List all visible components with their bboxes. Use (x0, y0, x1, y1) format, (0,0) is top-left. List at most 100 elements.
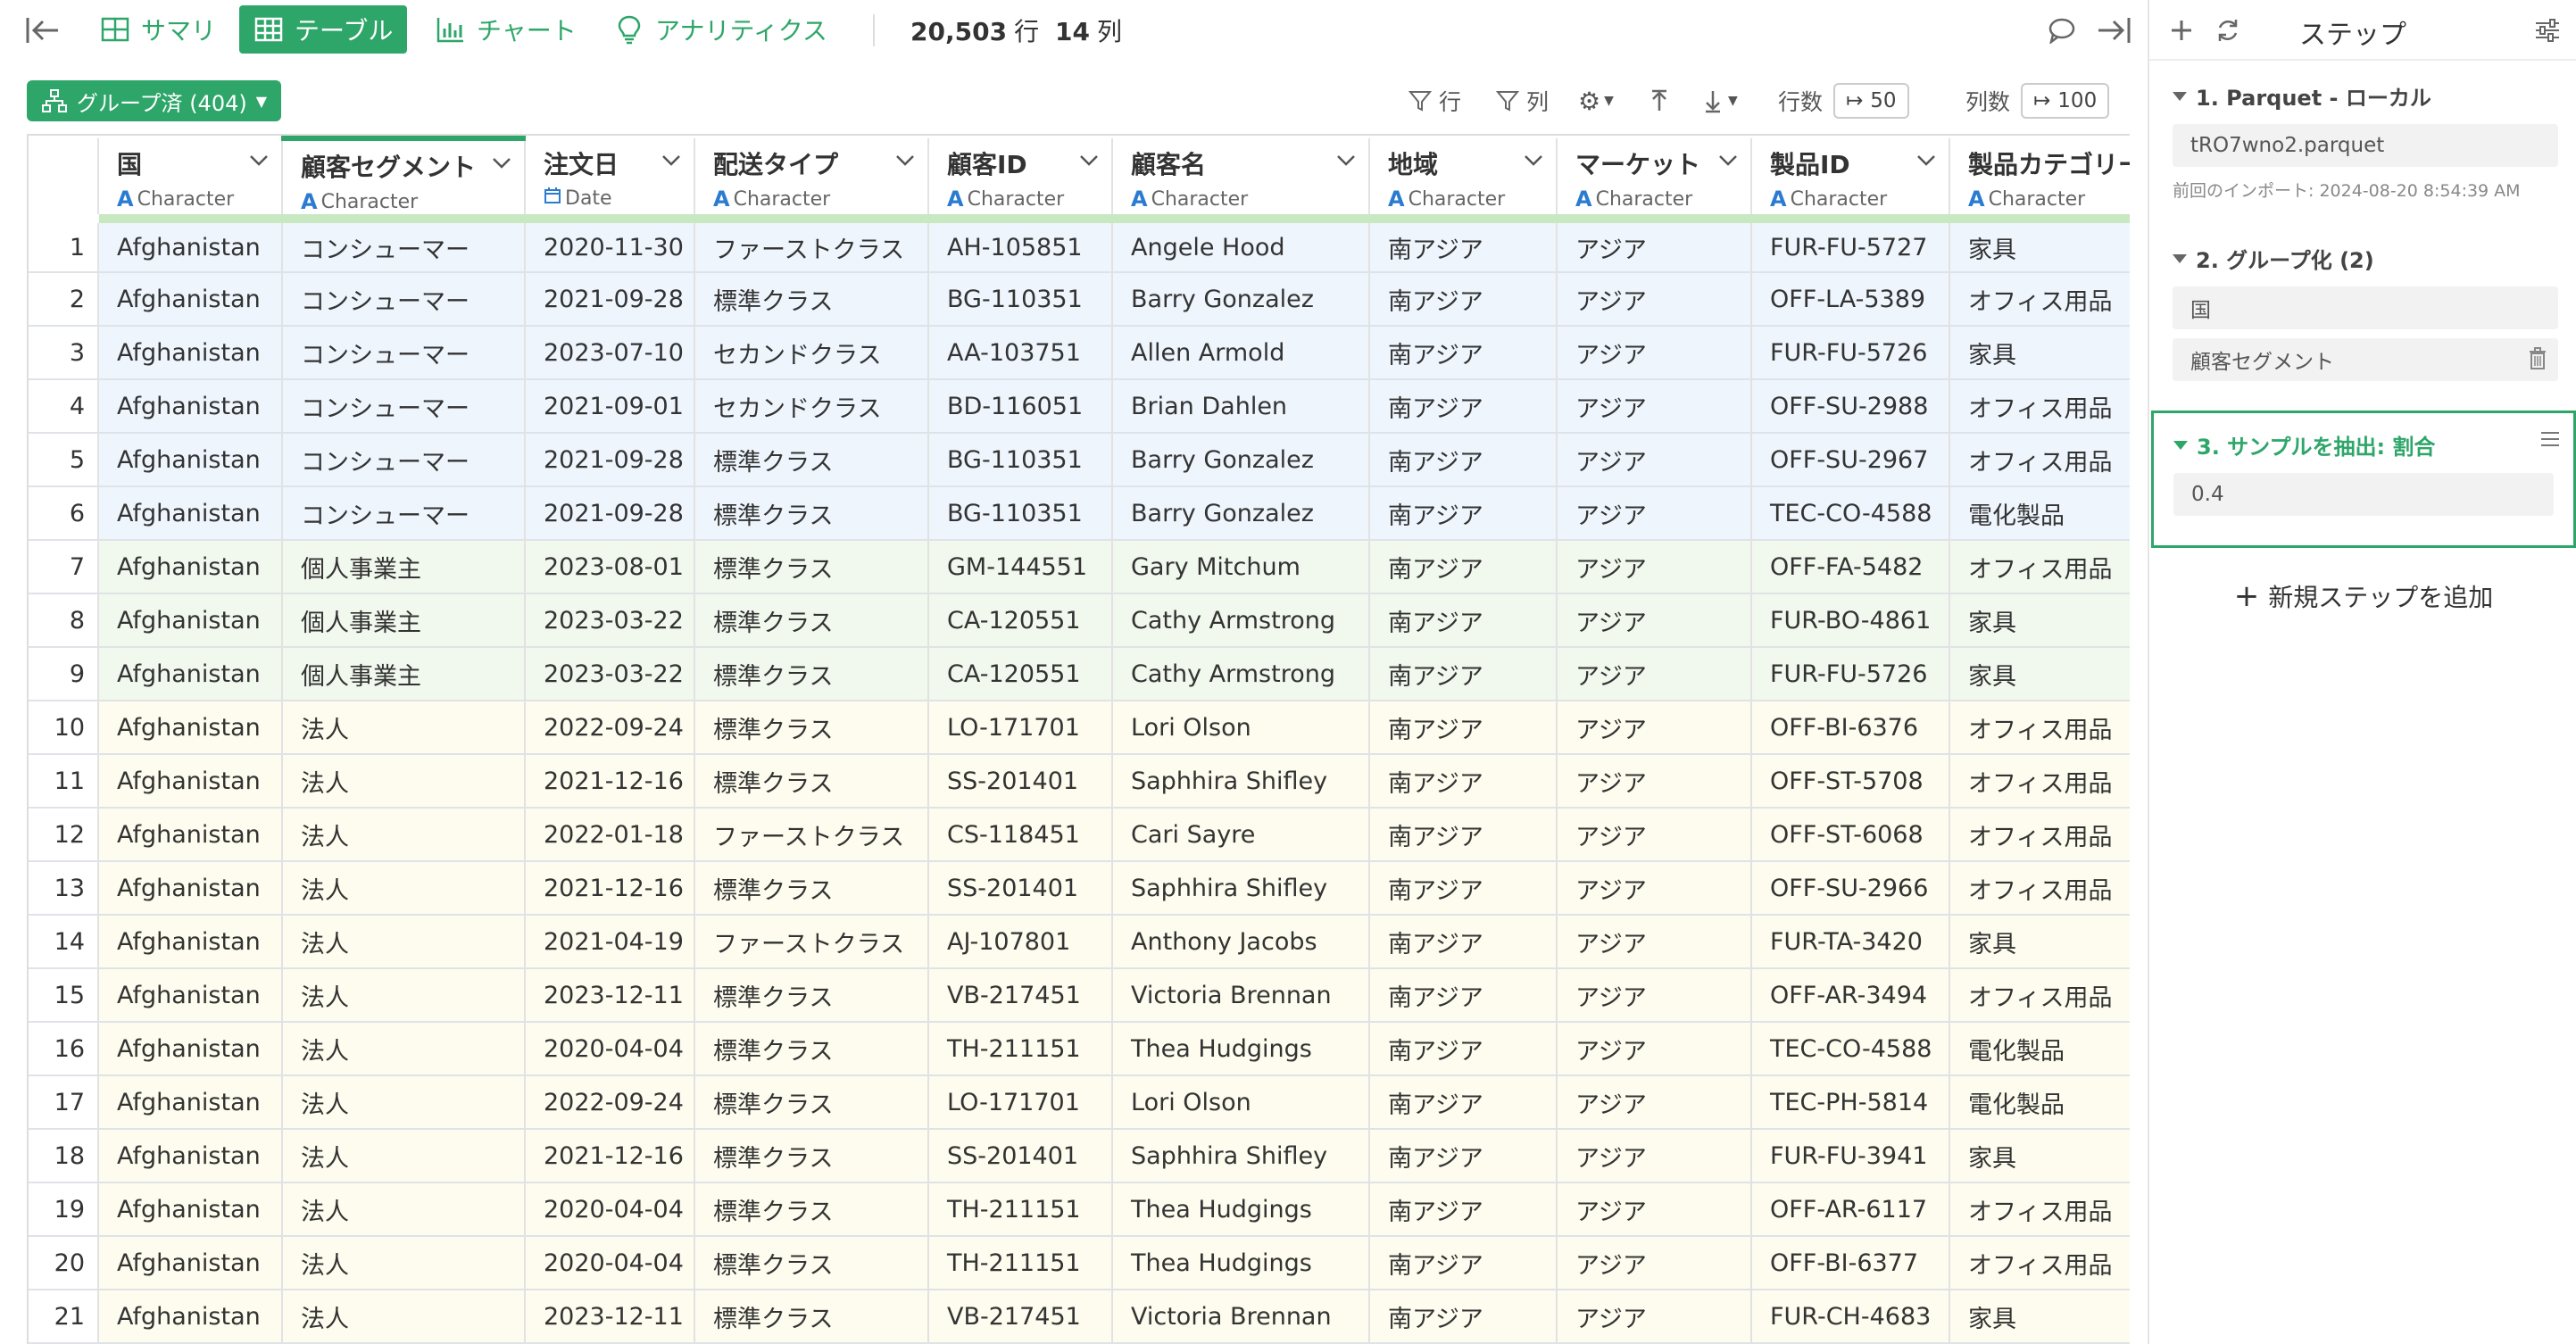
table-cell[interactable]: SS-201401 (928, 754, 1113, 809)
table-row[interactable]: 18 Afghanistan 法人 2021-12-16 標準クラス SS-201401 S… (29, 1129, 2130, 1183)
table-cell[interactable]: オフィス用品 (1949, 754, 2130, 809)
table-cell[interactable]: Afghanistan (98, 915, 283, 969)
table-cell[interactable]: 法人 (282, 968, 526, 1023)
table-cell[interactable]: Cathy Armstrong (1112, 647, 1370, 701)
table-cell[interactable]: 南アジア (1369, 540, 1558, 594)
table-cell[interactable]: 2021-09-28 (525, 433, 695, 487)
table-cell[interactable]: TEC-CO-4588 (1751, 1022, 1950, 1076)
table-cell[interactable]: TH-211151 (928, 1182, 1113, 1237)
table-cell[interactable]: 2021-04-19 (525, 915, 695, 969)
table-cell[interactable]: Afghanistan (98, 968, 283, 1023)
table-cell[interactable]: 家具 (1949, 593, 2130, 648)
table-cell[interactable]: 2023-03-22 (525, 593, 695, 648)
table-cell[interactable]: 南アジア (1369, 1129, 1558, 1183)
table-cell[interactable]: 標準クラス (694, 754, 929, 809)
trash-icon[interactable] (2528, 347, 2547, 376)
table-cell[interactable]: 南アジア (1369, 861, 1558, 916)
table-cell[interactable]: 2021-12-16 (525, 1129, 695, 1183)
table-cell[interactable]: Afghanistan (98, 861, 283, 916)
table-cell[interactable]: FUR-CH-4683 (1751, 1290, 1950, 1344)
table-cell[interactable]: Afghanistan (98, 272, 283, 327)
table-row[interactable]: 11 Afghanistan 法人 2021-12-16 標準クラス SS-201401 S… (29, 754, 2130, 809)
table-cell[interactable]: ファーストクラス (694, 219, 929, 273)
table-cell[interactable]: OFF-LA-5389 (1751, 272, 1950, 327)
table-cell[interactable]: オフィス用品 (1949, 701, 2130, 755)
table-cell[interactable]: アジア (1557, 272, 1752, 327)
table-cell[interactable]: アジア (1557, 219, 1752, 273)
table-row[interactable]: 9 Afghanistan 個人事業主 2023-03-22 標準クラス CA-12055… (29, 647, 2130, 701)
table-row[interactable]: 20 Afghanistan 法人 2020-04-04 標準クラス TH-211151 T… (29, 1236, 2130, 1290)
table-cell[interactable]: アジア (1557, 1075, 1752, 1130)
table-cell[interactable]: オフィス用品 (1949, 1236, 2130, 1290)
table-cell[interactable]: 家具 (1949, 647, 2130, 701)
table-row[interactable]: 21 Afghanistan 法人 2023-12-11 標準クラス VB-217451 V… (29, 1290, 2130, 1344)
grouped-button[interactable]: グループ済 (404) ▼ (27, 80, 282, 121)
table-row[interactable]: 3 Afghanistan コンシューマー 2023-07-10 セカンドクラス AA-1… (29, 326, 2130, 380)
table-cell[interactable]: 法人 (282, 754, 526, 809)
table-cell[interactable]: 2021-09-28 (525, 486, 695, 541)
table-cell[interactable]: 2022-09-24 (525, 1075, 695, 1130)
table-cell[interactable]: TEC-CO-4588 (1751, 486, 1950, 541)
table-cell[interactable]: アジア (1557, 915, 1752, 969)
table-cell[interactable]: 南アジア (1369, 486, 1558, 541)
table-cell[interactable]: Barry Gonzalez (1112, 433, 1370, 487)
table-cell[interactable]: 標準クラス (694, 1075, 929, 1130)
chevron-down-icon[interactable] (661, 154, 681, 167)
table-cell[interactable]: CA-120551 (928, 647, 1113, 701)
table-cell[interactable]: アジア (1557, 1290, 1752, 1344)
table-cell[interactable]: コンシューマー (282, 486, 526, 541)
table-cell[interactable]: 個人事業主 (282, 540, 526, 594)
upload-button[interactable] (1648, 79, 1671, 123)
add-new-step-button[interactable]: + 新規ステップを追加 (2149, 578, 2576, 614)
table-cell[interactable]: アジア (1557, 540, 1752, 594)
table-cell[interactable]: TH-211151 (928, 1236, 1113, 1290)
table-cell[interactable]: 南アジア (1369, 593, 1558, 648)
table-cell[interactable]: アジア (1557, 1129, 1752, 1183)
table-cell[interactable]: Afghanistan (98, 1182, 283, 1237)
table-cell[interactable]: CA-120551 (928, 593, 1113, 648)
column-filter-button[interactable]: 列 (1496, 79, 1549, 123)
comment-icon[interactable] (2044, 14, 2080, 46)
table-cell[interactable]: OFF-SU-2966 (1751, 861, 1950, 916)
table-cell[interactable]: 家具 (1949, 219, 2130, 273)
table-cell[interactable]: Cathy Armstrong (1112, 593, 1370, 648)
table-row[interactable]: 10 Afghanistan 法人 2022-09-24 標準クラス LO-171701 L… (29, 701, 2130, 755)
table-cell[interactable]: TEC-PH-5814 (1751, 1075, 1950, 1130)
table-cell[interactable]: 標準クラス (694, 1022, 929, 1076)
table-cell[interactable]: BG-110351 (928, 433, 1113, 487)
table-cell[interactable]: Victoria Brennan (1112, 1290, 1370, 1344)
table-row[interactable]: 16 Afghanistan 法人 2020-04-04 標準クラス TH-211151 T… (29, 1022, 2130, 1076)
table-cell[interactable]: 2021-09-28 (525, 272, 695, 327)
table-cell[interactable]: 法人 (282, 861, 526, 916)
table-cell[interactable]: 南アジア (1369, 968, 1558, 1023)
table-cell[interactable]: FUR-TA-3420 (1751, 915, 1950, 969)
table-row[interactable]: 8 Afghanistan 個人事業主 2023-03-22 標準クラス CA-12055… (29, 593, 2130, 648)
table-row[interactable]: 13 Afghanistan 法人 2021-12-16 標準クラス SS-201401 S… (29, 861, 2130, 916)
table-cell[interactable]: Afghanistan (98, 433, 283, 487)
table-cell[interactable]: アジア (1557, 968, 1752, 1023)
table-cell[interactable]: コンシューマー (282, 326, 526, 380)
table-cell[interactable]: Afghanistan (98, 1075, 283, 1130)
table-cell[interactable]: 南アジア (1369, 1182, 1558, 1237)
table-cell[interactable]: Saphhira Shifley (1112, 861, 1370, 916)
table-cell[interactable]: オフィス用品 (1949, 1182, 2130, 1237)
table-cell[interactable]: 2021-12-16 (525, 754, 695, 809)
table-cell[interactable]: コンシューマー (282, 433, 526, 487)
table-cell[interactable]: LO-171701 (928, 1075, 1113, 1130)
table-cell[interactable]: 南アジア (1369, 326, 1558, 380)
table-cell[interactable]: アジア (1557, 433, 1752, 487)
table-row[interactable]: 17 Afghanistan 法人 2022-09-24 標準クラス LO-171701 L… (29, 1075, 2130, 1130)
refresh-icon[interactable] (2212, 14, 2244, 46)
table-cell[interactable]: 2021-09-01 (525, 379, 695, 434)
row-filter-button[interactable]: 行 (1408, 79, 1461, 123)
table-cell[interactable]: CS-118451 (928, 808, 1113, 862)
column-header[interactable]: 配送タイプ A Character (694, 138, 929, 223)
table-row[interactable]: 4 Afghanistan コンシューマー 2021-09-01 セカンドクラス BD-1… (29, 379, 2130, 434)
table-row[interactable]: 6 Afghanistan コンシューマー 2021-09-28 標準クラス BG-110… (29, 486, 2130, 541)
table-cell[interactable]: Victoria Brennan (1112, 968, 1370, 1023)
table-cell[interactable]: Lori Olson (1112, 1075, 1370, 1130)
table-cell[interactable]: 2020-04-04 (525, 1236, 695, 1290)
table-cell[interactable]: 法人 (282, 1075, 526, 1130)
table-cell[interactable]: BG-110351 (928, 272, 1113, 327)
table-cell[interactable]: OFF-ST-6068 (1751, 808, 1950, 862)
